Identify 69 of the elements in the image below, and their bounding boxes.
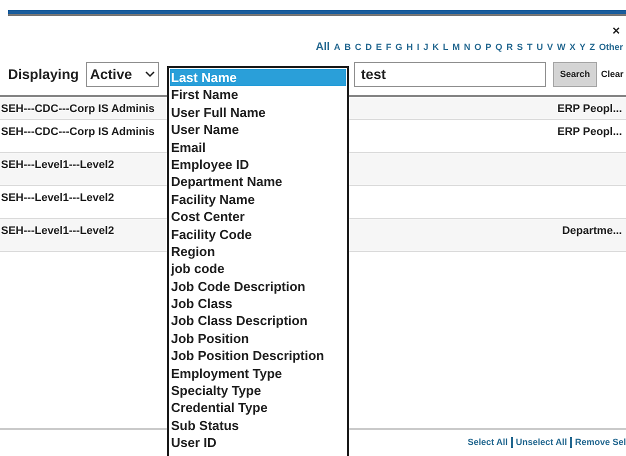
alphabet-link[interactable]: G bbox=[395, 41, 402, 54]
alphabet-link[interactable]: L bbox=[442, 41, 448, 54]
chevron-down-icon bbox=[145, 71, 155, 78]
list-option[interactable]: User Full Name bbox=[170, 104, 346, 122]
footer-link[interactable]: Select All bbox=[468, 436, 508, 450]
list-option[interactable]: Region bbox=[170, 242, 346, 260]
list-option[interactable]: User ID bbox=[170, 434, 346, 452]
alphabet-link[interactable]: J bbox=[423, 41, 428, 54]
list-option[interactable]: User Name bbox=[170, 121, 346, 139]
alphabet-link[interactable]: T bbox=[526, 41, 532, 54]
search-button[interactable]: Search bbox=[553, 62, 597, 87]
alphabet-link[interactable]: Z bbox=[589, 41, 595, 54]
list-option[interactable]: Job Position Description bbox=[170, 347, 346, 365]
alphabet-link[interactable]: All bbox=[316, 39, 330, 56]
displaying-label: Displaying bbox=[8, 65, 80, 84]
list-option[interactable]: Job Class Description bbox=[170, 312, 346, 330]
list-option[interactable]: Last Name bbox=[170, 69, 346, 86]
alphabet-link[interactable]: V bbox=[546, 41, 553, 54]
table-cell-text: SEH---Level1---Level2 bbox=[1, 190, 114, 206]
list-option[interactable]: Specialty Type bbox=[170, 382, 346, 400]
list-option[interactable]: Credential Type bbox=[170, 399, 346, 417]
list-option[interactable]: Facility Name bbox=[170, 190, 346, 208]
close-button[interactable]: × bbox=[612, 24, 620, 37]
footer-link[interactable]: Remove Sel bbox=[574, 436, 626, 450]
alphabet-link[interactable]: R bbox=[506, 41, 513, 54]
table-cell-text: SEH---Level1---Level2 bbox=[1, 158, 114, 172]
list-option[interactable]: Department Name bbox=[170, 173, 346, 191]
alphabet-link[interactable]: M bbox=[452, 41, 460, 54]
alphabet-link[interactable]: S bbox=[516, 41, 523, 54]
list-option[interactable]: Job Class bbox=[170, 295, 346, 312]
table-cell-text: ERP Peopl... bbox=[557, 102, 622, 116]
list-option[interactable]: Job Position bbox=[170, 330, 346, 348]
alphabet-link[interactable]: Q bbox=[495, 41, 502, 54]
list-option[interactable]: Employee ID bbox=[170, 156, 346, 174]
list-option[interactable]: Cost Center bbox=[170, 208, 346, 226]
list-option[interactable]: Job Code Description bbox=[170, 278, 346, 296]
table-cell-text: Departme... bbox=[562, 224, 622, 238]
search-field[interactable]: test bbox=[354, 62, 546, 87]
alphabet-link[interactable]: P bbox=[485, 41, 492, 54]
alphabet-link[interactable]: A bbox=[334, 41, 340, 54]
alphabet-link[interactable]: D bbox=[365, 41, 372, 54]
alphabet-link[interactable]: E bbox=[376, 41, 382, 54]
field-listbox[interactable] bbox=[167, 66, 349, 456]
alphabet-link[interactable]: C bbox=[354, 41, 362, 54]
alphabet-link[interactable]: F bbox=[386, 41, 392, 54]
table-cell-text: SEH---CDC---Corp IS Adminis bbox=[1, 102, 155, 116]
footer-link[interactable]: Unselect All bbox=[516, 436, 567, 450]
alphabet-link[interactable]: B bbox=[344, 41, 351, 54]
alphabet-link[interactable]: Other bbox=[598, 41, 623, 54]
alphabet-link[interactable]: N bbox=[464, 41, 470, 54]
list-option[interactable]: First Name bbox=[170, 86, 346, 104]
list-option[interactable]: Employment Type bbox=[170, 364, 346, 382]
list-option[interactable]: Facility Code bbox=[170, 226, 346, 243]
alphabet-link[interactable]: O bbox=[474, 41, 482, 54]
table-cell-text: ERP Peopl... bbox=[557, 124, 622, 140]
alphabet-link[interactable]: U bbox=[536, 41, 543, 54]
list-option[interactable]: Email bbox=[170, 138, 346, 156]
clear-button[interactable]: Clear bbox=[601, 68, 624, 82]
list-option[interactable]: Sub Status bbox=[170, 416, 346, 434]
alphabet-link[interactable]: K bbox=[432, 41, 439, 54]
alphabet-link[interactable]: I bbox=[416, 41, 420, 54]
table-cell-text: SEH---CDC---Corp IS Adminis bbox=[1, 124, 155, 140]
alphabet-link[interactable]: X bbox=[569, 41, 576, 54]
alphabet-link[interactable]: W bbox=[556, 41, 566, 54]
alphabet-link[interactable]: Y bbox=[579, 41, 586, 54]
status-select[interactable]: Active bbox=[86, 62, 159, 87]
alphabet-link[interactable]: H bbox=[406, 41, 413, 54]
table-cell-text: SEH---Level1---Level2 bbox=[1, 224, 114, 238]
list-option[interactable]: job code bbox=[170, 260, 346, 278]
